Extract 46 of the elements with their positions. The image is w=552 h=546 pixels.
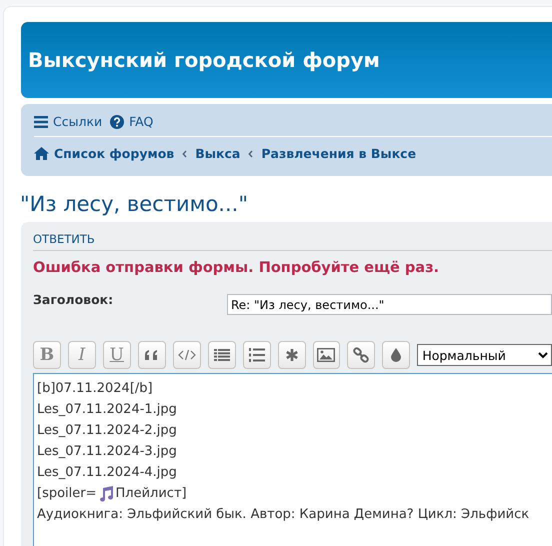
list-button[interactable] <box>208 341 236 369</box>
chevron-icon <box>182 150 188 158</box>
font-size-select[interactable]: Нормальный <box>417 344 552 366</box>
quote-icon <box>144 350 159 360</box>
droplet-icon <box>391 348 402 362</box>
numbered-list-icon <box>248 348 265 362</box>
image-icon <box>317 348 336 362</box>
message-text: [spoiler= <box>37 486 97 501</box>
nav-link[interactable]: FAQ <box>110 114 154 129</box>
numbered-list-button[interactable] <box>242 341 271 369</box>
help-icon <box>110 114 124 128</box>
topic-title: "Из лесу, вестимо..." <box>20 192 249 216</box>
asterisk-icon <box>284 348 299 362</box>
message-line: [b]07.11.2024[/b] <box>37 381 153 396</box>
site-title[interactable]: Выксунский городской форум <box>28 48 380 72</box>
breadcrumb-link[interactable]: Развлечения в Выксе <box>261 146 416 161</box>
chevron-icon <box>248 150 254 158</box>
subject-label: Заголовок: <box>33 292 114 309</box>
message-line: Аудиокнига: Эльфийский бык. Автор: Карина Демина? Цикл: Эльфийск <box>37 507 530 522</box>
asterisk-button[interactable] <box>278 341 306 369</box>
breadcrumb-link[interactable]: Выкса <box>195 146 240 161</box>
menu-icon <box>34 116 48 128</box>
format-button[interactable]: B <box>33 341 61 369</box>
panel-heading: ОТВЕТИТЬ <box>33 232 552 251</box>
breadcrumb-link[interactable]: Список форумов <box>34 146 174 161</box>
quote-button[interactable] <box>138 341 166 369</box>
code-button[interactable] <box>172 341 201 369</box>
code-icon <box>178 349 196 361</box>
music-note-icon <box>98 486 114 502</box>
format-button[interactable]: I <box>68 341 96 369</box>
subject-input[interactable]: Re: "Из лесу, вестимо..." <box>227 294 552 315</box>
message-text: Плейлист] <box>116 486 187 501</box>
error-message: Ошибка отправки формы. Попробуйте ещё раз. <box>33 260 440 276</box>
format-button[interactable]: U <box>102 341 131 369</box>
bullet-list-icon <box>214 349 230 361</box>
color-button[interactable] <box>382 341 410 369</box>
message-line: Les_07.11.2024-4.jpg <box>37 465 177 480</box>
link-icon <box>353 347 370 363</box>
nav-link[interactable]: Ссылки <box>34 114 102 129</box>
message-textarea[interactable]: [b]07.11.2024[/b] Les_07.11.2024-1.jpg Les_07.11.2024-2.jpg Les_07.11.2024-3.jpg Les_07.11.2024-4.jpg [spoiler= Плейлист] Аудиокнига: Эльфийский бык. Автор: Карина Демина? Цикл: Эльфийск <box>33 373 552 546</box>
home-icon <box>34 147 49 160</box>
image-button[interactable] <box>312 341 340 369</box>
message-line: Les_07.11.2024-3.jpg <box>37 444 177 459</box>
message-line: Les_07.11.2024-1.jpg <box>37 402 177 417</box>
message-line: Les_07.11.2024-2.jpg <box>37 423 177 438</box>
link-button[interactable] <box>347 341 376 369</box>
